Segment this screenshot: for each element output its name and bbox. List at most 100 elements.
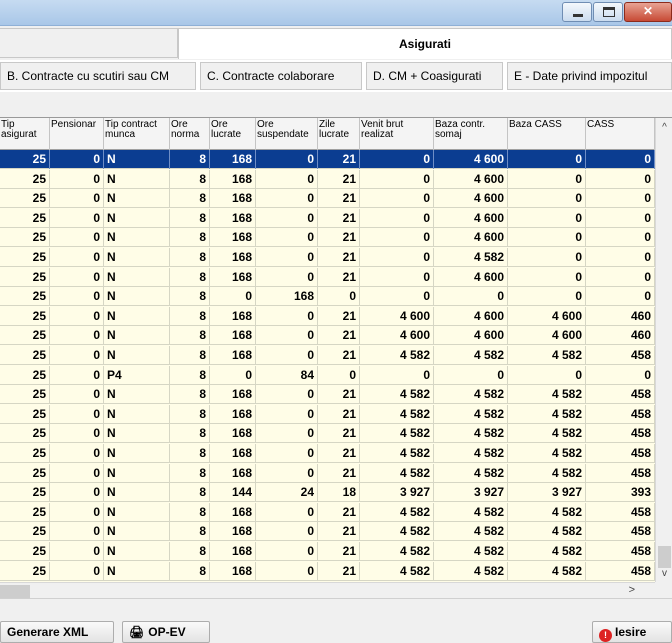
cell-ore-norma[interactable]: 8 <box>170 326 210 346</box>
cell-zile-lucrate[interactable]: 21 <box>318 522 360 542</box>
cell-tip-contract[interactable]: N <box>104 483 170 503</box>
cell-baza-somaj[interactable]: 4 582 <box>434 463 508 483</box>
cell-tip-asigurat[interactable]: 25 <box>0 561 50 581</box>
cell-pensionar[interactable]: 0 <box>50 561 104 581</box>
cell-zile-lucrate[interactable]: 21 <box>318 346 360 365</box>
table-row[interactable]: 25 0 N 8 168 0 21 4 582 4 582 4 582 458 <box>0 444 655 463</box>
cell-ore-suspendate[interactable]: 0 <box>256 404 318 424</box>
cell-ore-norma[interactable]: 8 <box>170 365 210 385</box>
cell-pensionar[interactable]: 0 <box>50 208 104 228</box>
cell-venit-brut[interactable]: 4 582 <box>360 404 434 424</box>
table-row[interactable]: 25 0 N 8 168 0 21 4 582 4 582 4 582 458 <box>0 385 655 405</box>
cell-cass[interactable]: 458 <box>586 463 655 483</box>
cell-baza-cass[interactable]: 4 582 <box>508 463 586 483</box>
cell-cass[interactable]: 0 <box>586 189 655 209</box>
cell-ore-suspendate[interactable]: 0 <box>256 424 318 444</box>
cell-ore-lucrate[interactable]: 144 <box>210 483 256 503</box>
cell-ore-lucrate[interactable]: 168 <box>210 169 256 189</box>
cell-pensionar[interactable]: 0 <box>50 542 104 561</box>
horizontal-scrollbar[interactable]: > <box>0 582 655 599</box>
cell-zile-lucrate[interactable]: 21 <box>318 542 360 561</box>
column-header-tip-asigurat[interactable]: Tip asigurat <box>0 118 50 150</box>
cell-baza-cass[interactable]: 4 582 <box>508 522 586 542</box>
cell-ore-lucrate[interactable]: 168 <box>210 424 256 444</box>
cell-ore-norma[interactable]: 8 <box>170 522 210 542</box>
cell-baza-cass[interactable]: 0 <box>508 248 586 267</box>
cell-ore-norma[interactable]: 8 <box>170 306 210 326</box>
subtab-cm-coasigurati[interactable]: D. CM + Coasigurati <box>366 62 503 90</box>
cell-zile-lucrate[interactable]: 18 <box>318 483 360 503</box>
table-row[interactable]: 25 0 N 8 168 0 21 0 4 600 0 0 <box>0 267 655 287</box>
cell-baza-cass[interactable]: 4 582 <box>508 542 586 561</box>
cell-venit-brut[interactable]: 4 600 <box>360 326 434 346</box>
cell-ore-lucrate[interactable]: 168 <box>210 522 256 542</box>
cell-cass[interactable]: 0 <box>586 169 655 189</box>
table-row[interactable]: 25 0 N 8 168 0 21 4 582 4 582 4 582 458 <box>0 424 655 444</box>
cell-tip-asigurat[interactable]: 25 <box>0 306 50 326</box>
cell-baza-somaj[interactable]: 4 582 <box>434 502 508 522</box>
cell-tip-contract[interactable]: N <box>104 306 170 326</box>
cell-pensionar[interactable]: 0 <box>50 444 104 463</box>
cell-baza-cass[interactable]: 0 <box>508 287 586 307</box>
table-row[interactable]: 25 0 N 8 168 0 21 4 582 4 582 4 582 458 <box>0 542 655 561</box>
cell-venit-brut[interactable]: 4 582 <box>360 561 434 581</box>
column-header-ore-suspendate[interactable]: Ore suspendate <box>256 118 318 150</box>
cell-ore-norma[interactable]: 8 <box>170 561 210 581</box>
cell-pensionar[interactable]: 0 <box>50 483 104 503</box>
cell-cass[interactable]: 460 <box>586 326 655 346</box>
cell-baza-somaj[interactable]: 4 600 <box>434 326 508 346</box>
cell-ore-norma[interactable]: 8 <box>170 208 210 228</box>
cell-venit-brut[interactable]: 0 <box>360 228 434 248</box>
subtab-contracte-colaborare[interactable]: C. Contracte colaborare <box>200 62 362 90</box>
cell-tip-asigurat[interactable]: 25 <box>0 150 50 169</box>
cell-ore-lucrate[interactable]: 168 <box>210 404 256 424</box>
tab-asigurati[interactable]: Asigurati <box>178 28 672 59</box>
cell-tip-contract[interactable]: N <box>104 208 170 228</box>
cell-zile-lucrate[interactable]: 21 <box>318 385 360 405</box>
table-row[interactable]: 25 0 N 8 168 0 21 0 4 600 0 0 <box>0 150 655 169</box>
cell-ore-suspendate[interactable]: 0 <box>256 267 318 287</box>
cell-ore-norma[interactable]: 8 <box>170 463 210 483</box>
column-header-baza-cass[interactable]: Baza CASS <box>508 118 586 150</box>
cell-tip-contract[interactable]: N <box>104 502 170 522</box>
cell-tip-contract[interactable]: N <box>104 248 170 267</box>
cell-cass[interactable]: 458 <box>586 404 655 424</box>
cell-baza-somaj[interactable]: 4 600 <box>434 306 508 326</box>
cell-cass[interactable]: 458 <box>586 522 655 542</box>
cell-tip-asigurat[interactable]: 25 <box>0 248 50 267</box>
cell-ore-suspendate[interactable]: 0 <box>256 444 318 463</box>
table-row[interactable]: 25 0 N 8 168 0 21 4 582 4 582 4 582 458 <box>0 561 655 581</box>
cell-baza-somaj[interactable]: 4 582 <box>434 542 508 561</box>
cell-tip-contract[interactable]: P4 <box>104 365 170 385</box>
cell-ore-suspendate[interactable]: 0 <box>256 150 318 169</box>
cell-zile-lucrate[interactable]: 21 <box>318 326 360 346</box>
table-row[interactable]: 25 0 N 8 168 0 21 0 4 600 0 0 <box>0 169 655 189</box>
tab-previous[interactable] <box>0 28 178 58</box>
cell-baza-cass[interactable]: 0 <box>508 150 586 169</box>
cell-cass[interactable]: 0 <box>586 228 655 248</box>
column-header-venit-brut[interactable]: Venit brut realizat <box>360 118 434 150</box>
cell-baza-cass[interactable]: 0 <box>508 208 586 228</box>
cell-tip-contract[interactable]: N <box>104 228 170 248</box>
cell-cass[interactable]: 0 <box>586 365 655 385</box>
cell-ore-lucrate[interactable]: 168 <box>210 502 256 522</box>
cell-baza-cass[interactable]: 4 582 <box>508 502 586 522</box>
cell-venit-brut[interactable]: 3 927 <box>360 483 434 503</box>
cell-baza-cass[interactable]: 4 582 <box>508 561 586 581</box>
cell-tip-asigurat[interactable]: 25 <box>0 483 50 503</box>
cell-tip-asigurat[interactable]: 25 <box>0 404 50 424</box>
cell-ore-suspendate[interactable]: 0 <box>256 306 318 326</box>
cell-pensionar[interactable]: 0 <box>50 385 104 405</box>
vertical-scroll-thumb[interactable] <box>658 546 671 568</box>
cell-pensionar[interactable]: 0 <box>50 189 104 209</box>
cell-tip-contract[interactable]: N <box>104 150 170 169</box>
cell-baza-somaj[interactable]: 4 600 <box>434 150 508 169</box>
column-header-tip-contract[interactable]: Tip contract munca <box>104 118 170 150</box>
cell-venit-brut[interactable]: 4 582 <box>360 542 434 561</box>
cell-baza-somaj[interactable]: 4 600 <box>434 208 508 228</box>
column-header-zile-lucrate[interactable]: Zile lucrate <box>318 118 360 150</box>
cell-ore-norma[interactable]: 8 <box>170 189 210 209</box>
iesire-button[interactable]: ! Iesire <box>592 621 672 643</box>
cell-cass[interactable]: 0 <box>586 150 655 169</box>
cell-baza-somaj[interactable]: 4 582 <box>434 424 508 444</box>
